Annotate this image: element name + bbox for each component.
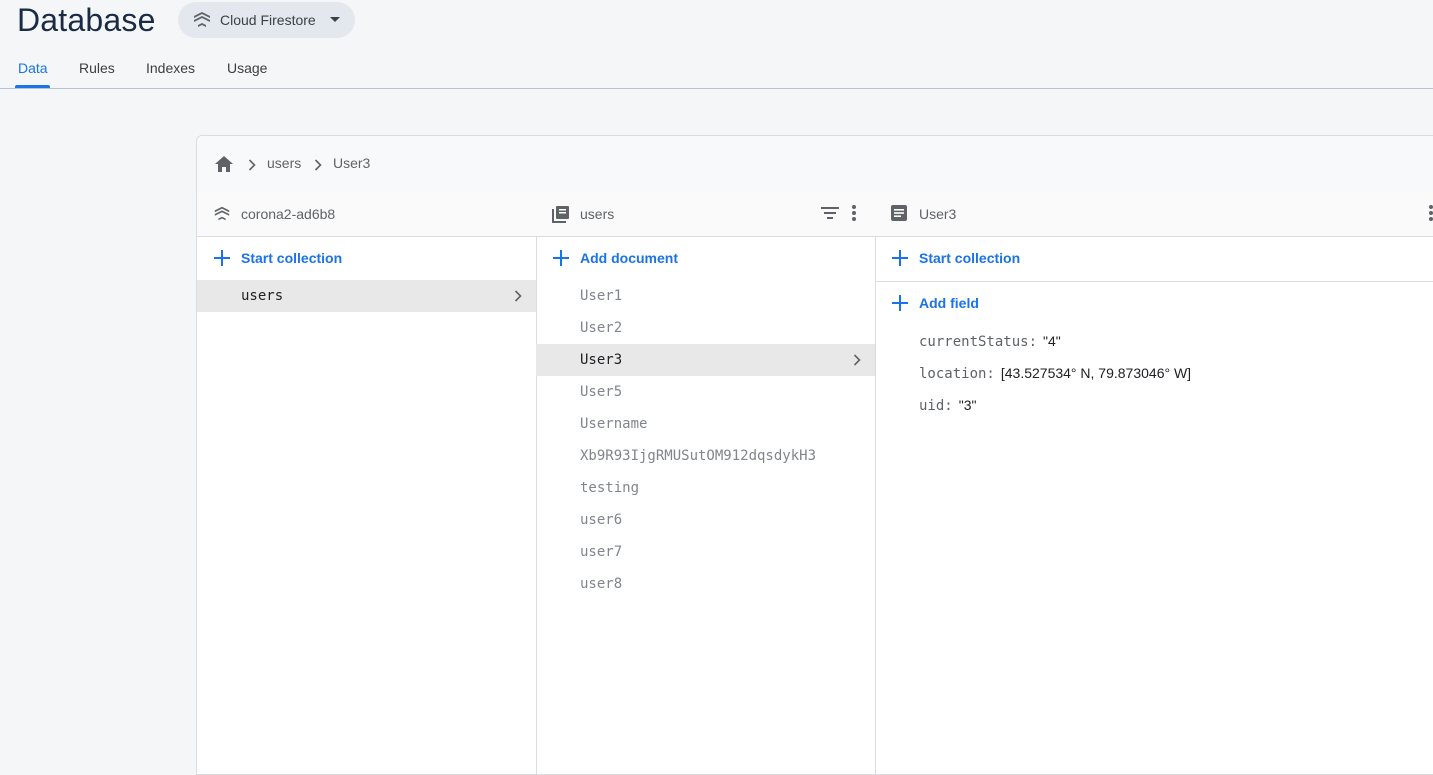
divider (875, 281, 1433, 282)
list-item-label: user6 (580, 512, 623, 528)
document-column-title: User3 (919, 206, 957, 222)
list-item-label: User1 (580, 288, 623, 304)
database-selector[interactable]: Cloud Firestore (178, 2, 355, 38)
start-collection-label: Start collection (241, 250, 343, 266)
document-field[interactable]: currentStatus: "4" (919, 333, 1061, 350)
start-collection-button[interactable]: Start collection (213, 246, 342, 270)
more-vert-icon[interactable] (1428, 204, 1433, 222)
tab-bar: Data Rules Indexes Usage (0, 50, 1433, 89)
firestore-icon (214, 206, 230, 221)
collection-column: users Add document User1 User2 User3 Use… (536, 192, 876, 774)
tab-rules[interactable]: Rules (79, 60, 115, 76)
field-value: [43.527534° N, 79.873046° W] (1000, 365, 1192, 381)
chevron-right-icon (248, 159, 256, 171)
document-item-selected[interactable]: User3 (536, 344, 875, 376)
page-title: Database (17, 2, 156, 38)
tab-indexes[interactable]: Indexes (146, 60, 195, 76)
more-vert-icon[interactable] (851, 204, 857, 222)
document-field[interactable]: uid: "3" (919, 397, 976, 414)
document-column: User3 Start collection Add field current… (875, 192, 1433, 774)
root-column: corona2-ad6b8 Start collection users (197, 192, 537, 774)
breadcrumb-user3[interactable]: User3 (333, 155, 370, 171)
plus-icon (891, 294, 909, 312)
list-item-label: user8 (580, 576, 623, 592)
document-item[interactable]: Username (536, 408, 875, 440)
plus-icon (552, 249, 570, 267)
data-panel: users User3 corona2-ad6b8 Start collecti… (196, 135, 1433, 775)
document-field[interactable]: location: [43.527534° N, 79.873046° W] (919, 365, 1191, 382)
field-value: "4" (1043, 333, 1061, 349)
list-item-label: User5 (580, 384, 623, 400)
document-item[interactable]: Xb9R93IjgRMUSutOM912dqsdykH3 (536, 440, 875, 472)
breadcrumb-users[interactable]: users (267, 155, 301, 171)
firestore-icon (194, 12, 210, 27)
document-item[interactable]: user6 (536, 504, 875, 536)
collection-item-users[interactable]: users (197, 280, 536, 312)
start-collection-label: Start collection (919, 250, 1021, 266)
caret-down-icon (330, 17, 340, 22)
document-item[interactable]: testing (536, 472, 875, 504)
list-item-label: Username (580, 416, 648, 432)
collection-column-header: users (536, 192, 875, 237)
list-item-label: User3 (580, 352, 623, 368)
field-key: uid: (919, 398, 953, 414)
document-icon (891, 205, 907, 221)
field-value: "3" (958, 397, 977, 413)
start-subcollection-button[interactable]: Start collection (891, 246, 1020, 270)
list-item-label: Xb9R93IjgRMUSutOM912dqsdykH3 (580, 448, 817, 464)
list-item-label: users (241, 288, 284, 304)
plus-icon (891, 249, 909, 267)
chevron-right-icon (314, 159, 322, 171)
add-field-label: Add field (919, 295, 979, 311)
root-column-title: corona2-ad6b8 (241, 206, 336, 222)
breadcrumb: users User3 (197, 136, 1433, 193)
plus-icon (213, 249, 231, 267)
document-item[interactable]: User5 (536, 376, 875, 408)
chevron-right-icon (853, 354, 861, 366)
document-column-header: User3 (875, 192, 1433, 237)
root-column-header: corona2-ad6b8 (197, 192, 536, 237)
filter-icon[interactable] (821, 206, 839, 220)
collection-icon (552, 206, 569, 223)
document-item[interactable]: User1 (536, 280, 875, 312)
document-item[interactable]: User2 (536, 312, 875, 344)
field-key: currentStatus: (919, 334, 1038, 350)
field-key: location: (919, 366, 995, 382)
list-item-label: testing (580, 480, 640, 496)
database-selector-label: Cloud Firestore (220, 12, 316, 28)
list-item-label: user7 (580, 544, 623, 560)
document-item[interactable]: user7 (536, 536, 875, 568)
collection-column-title: users (580, 206, 615, 222)
tab-usage[interactable]: Usage (227, 60, 267, 76)
add-document-label: Add document (580, 250, 678, 266)
document-item[interactable]: user8 (536, 568, 875, 600)
chevron-right-icon (514, 290, 522, 302)
tab-data[interactable]: Data (18, 60, 48, 76)
list-item-label: User2 (580, 320, 623, 336)
add-document-button[interactable]: Add document (552, 246, 678, 270)
active-tab-indicator (15, 85, 50, 88)
add-field-button[interactable]: Add field (891, 291, 979, 315)
home-icon[interactable] (214, 154, 234, 174)
